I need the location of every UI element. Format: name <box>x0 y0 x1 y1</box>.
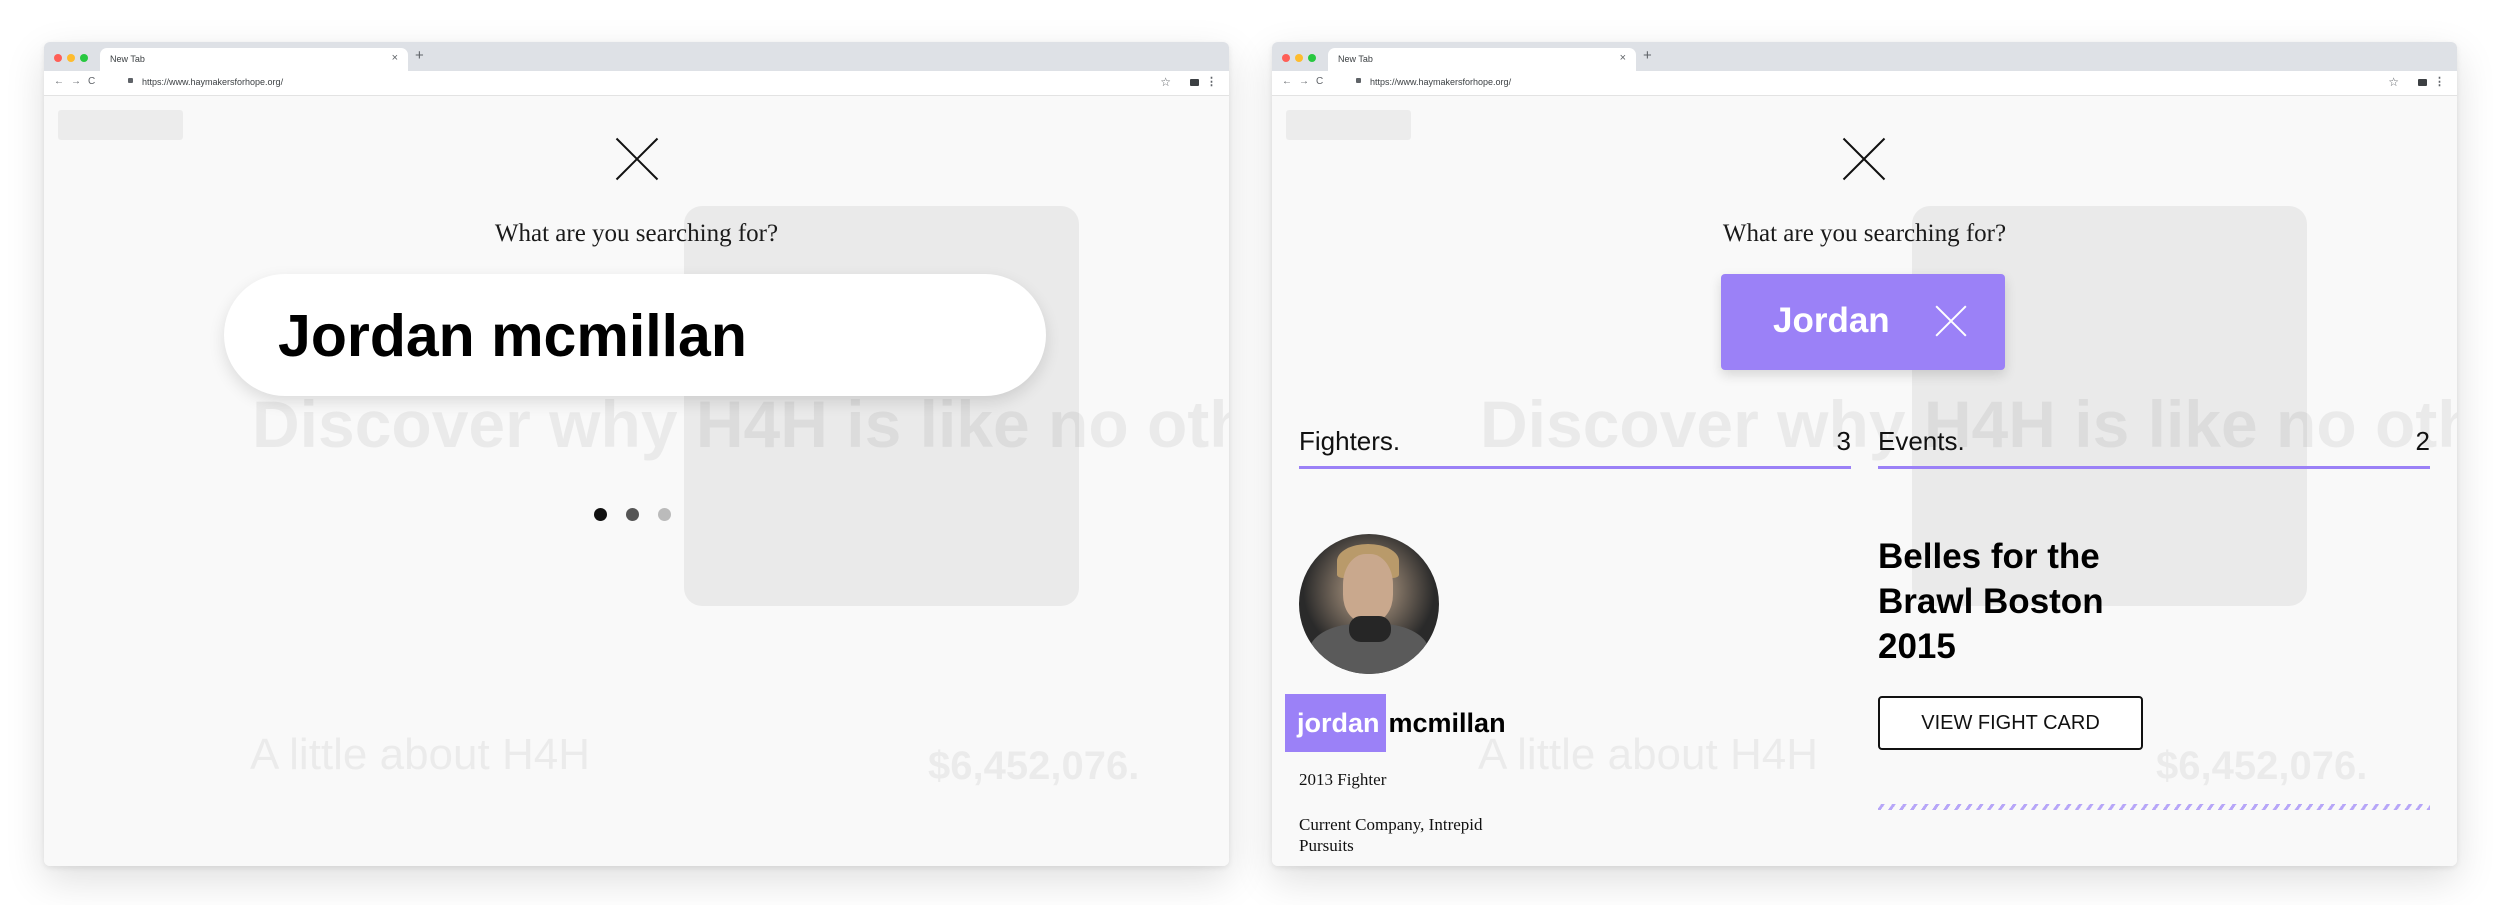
lock-icon <box>1356 78 1361 83</box>
maximize-window-button[interactable] <box>1308 54 1316 62</box>
back-icon[interactable]: ← <box>1282 76 1292 87</box>
search-input-value: Jordan mcmillan <box>278 303 747 369</box>
events-header: Events. 2 <box>1878 426 2430 469</box>
browser-toolbar: ← → C https://www.haymakersforhope.org/ … <box>1272 71 2457 96</box>
reload-icon[interactable]: C <box>1316 76 1323 87</box>
browser-menu-icon[interactable]: ⋮ <box>2434 75 2445 88</box>
browser-menu-icon[interactable]: ⋮ <box>1206 75 1217 88</box>
query-chip-label: Jordan <box>1773 301 1890 340</box>
loading-dot <box>626 508 639 521</box>
close-window-button[interactable] <box>1282 54 1290 62</box>
decorative-stripe <box>1878 804 2430 810</box>
close-search-icon[interactable] <box>1841 136 1887 182</box>
browser-tab[interactable]: New Tab × <box>1328 48 1636 71</box>
bookmark-star-icon[interactable]: ☆ <box>1160 75 1171 89</box>
search-prompt: What are you searching for? <box>494 220 779 247</box>
close-search-icon[interactable] <box>614 136 660 182</box>
about-heading: A little about H4H <box>250 730 590 779</box>
back-icon[interactable]: ← <box>54 76 64 87</box>
fighter-name-match: jordan <box>1285 694 1386 752</box>
fighter-company: Current Company, Intrepid Pursuits <box>1299 815 1483 855</box>
tab-close-icon[interactable]: × <box>392 52 398 64</box>
browser-toolbar: ← → C https://www.haymakersforhope.org/ … <box>44 71 1229 96</box>
hero-heading: Discover why H4H is like no other charit… <box>252 387 1229 461</box>
events-label: Events. <box>1878 426 1965 456</box>
search-input[interactable]: Jordan mcmillan <box>224 274 1046 396</box>
site-logo <box>1286 110 1411 140</box>
new-tab-button[interactable]: + <box>1643 47 1652 64</box>
tab-close-icon[interactable]: × <box>1620 52 1626 64</box>
loading-dot <box>658 508 671 521</box>
fighter-year: 2013 Fighter <box>1299 770 1387 789</box>
clear-query-icon[interactable] <box>1934 304 1968 338</box>
tab-title: New Tab <box>1338 54 1373 64</box>
fighters-label: Fighters. <box>1299 426 1401 456</box>
view-fight-card-button[interactable]: VIEW FIGHT CARD <box>1878 696 2143 750</box>
browser-window-search-results: New Tab × + ← → C https://www.haymakersf… <box>1272 42 2457 866</box>
browser-window-search-typing: New Tab × + ← → C https://www.haymakersf… <box>44 42 1229 866</box>
tab-title: New Tab <box>110 54 145 64</box>
lock-icon <box>128 78 133 83</box>
extension-icon[interactable] <box>1190 79 1199 86</box>
money-raised: $6,452,076. <box>2156 744 2368 788</box>
about-heading: A little about H4H <box>1478 730 1818 779</box>
money-raised: $6,452,076. <box>928 744 1140 788</box>
address-bar[interactable]: https://www.haymakersforhope.org/ <box>1370 77 1511 87</box>
search-query-chip[interactable]: Jordan <box>1721 274 2005 370</box>
page-content: Discover why H4H is like no other charit… <box>44 96 1229 866</box>
fighter-name[interactable]: jordan mcmillan <box>1285 694 1506 752</box>
minimize-window-button[interactable] <box>1295 54 1303 62</box>
tab-bar: New Tab × + <box>1272 42 2457 71</box>
loading-dot <box>594 508 607 521</box>
minimize-window-button[interactable] <box>67 54 75 62</box>
tab-bar: New Tab × + <box>44 42 1229 71</box>
new-tab-button[interactable]: + <box>415 47 424 64</box>
search-prompt: What are you searching for? <box>1722 220 2007 247</box>
bookmark-star-icon[interactable]: ☆ <box>2388 75 2399 89</box>
address-bar[interactable]: https://www.haymakersforhope.org/ <box>142 77 283 87</box>
maximize-window-button[interactable] <box>80 54 88 62</box>
event-title[interactable]: Belles for the Brawl Boston 2015 <box>1878 534 2178 669</box>
avatar-glove <box>1349 616 1391 642</box>
reload-icon[interactable]: C <box>88 76 95 87</box>
fighters-count: 3 <box>1836 426 1851 456</box>
fighters-header: Fighters. 3 <box>1299 426 1851 469</box>
browser-tab[interactable]: New Tab × <box>100 48 408 71</box>
close-window-button[interactable] <box>54 54 62 62</box>
forward-icon[interactable]: → <box>1299 76 1309 87</box>
events-count: 2 <box>2415 426 2430 456</box>
site-logo <box>58 110 183 140</box>
forward-icon[interactable]: → <box>71 76 81 87</box>
avatar-face <box>1343 554 1393 622</box>
fighter-name-rest: mcmillan <box>1388 708 1506 738</box>
extension-icon[interactable] <box>2418 79 2427 86</box>
page-content: Discover why H4H is like no other charit… <box>1272 96 2457 866</box>
fighter-avatar[interactable] <box>1299 534 1439 674</box>
